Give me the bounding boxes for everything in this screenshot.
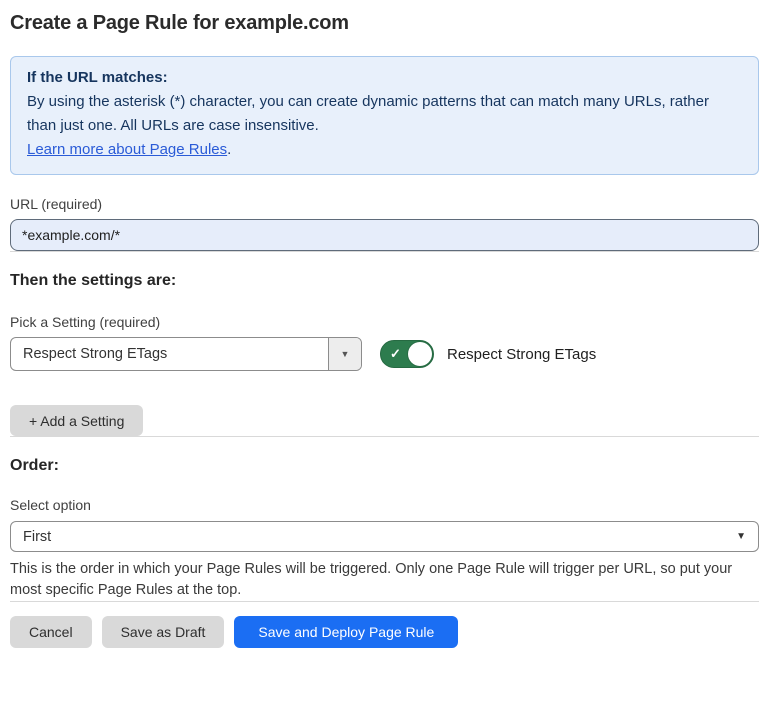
settings-heading: Then the settings are: bbox=[10, 272, 759, 290]
url-input[interactable] bbox=[10, 219, 759, 251]
order-select-label: Select option bbox=[10, 497, 759, 513]
divider bbox=[10, 251, 759, 252]
setting-toggle[interactable]: ✓ bbox=[380, 340, 434, 368]
page-title: Create a Page Rule for example.com bbox=[10, 12, 759, 35]
setting-select-value: Respect Strong ETags bbox=[11, 346, 167, 362]
divider bbox=[10, 436, 759, 437]
order-select-value: First bbox=[23, 529, 51, 545]
add-setting-button[interactable]: + Add a Setting bbox=[10, 405, 143, 436]
order-help-text: This is the order in which your Page Rul… bbox=[10, 559, 758, 601]
info-box-body: By using the asterisk (*) character, you… bbox=[27, 90, 742, 138]
checkmark-icon: ✓ bbox=[390, 347, 401, 360]
cancel-button[interactable]: Cancel bbox=[10, 616, 92, 648]
create-page-rule-form: Create a Page Rule for example.com If th… bbox=[0, 0, 769, 648]
save-draft-button[interactable]: Save as Draft bbox=[102, 616, 225, 648]
info-box-heading: If the URL matches: bbox=[27, 66, 742, 90]
caret-down-icon[interactable]: ▼ bbox=[328, 338, 361, 370]
url-match-info-box: If the URL matches: By using the asteris… bbox=[10, 56, 759, 175]
order-select[interactable]: First ▼ bbox=[10, 521, 759, 552]
toggle-knob bbox=[408, 342, 432, 366]
learn-more-link[interactable]: Learn more about Page Rules bbox=[27, 141, 227, 158]
pick-setting-label: Pick a Setting (required) bbox=[10, 314, 759, 330]
divider bbox=[10, 601, 759, 602]
save-deploy-button[interactable]: Save and Deploy Page Rule bbox=[234, 616, 458, 648]
toggle-label: Respect Strong ETags bbox=[447, 346, 596, 363]
info-box-link-line: Learn more about Page Rules. bbox=[27, 138, 742, 162]
order-heading: Order: bbox=[10, 457, 759, 475]
footer-actions: Cancel Save as Draft Save and Deploy Pag… bbox=[10, 616, 759, 648]
url-label: URL (required) bbox=[10, 196, 759, 212]
setting-select[interactable]: Respect Strong ETags ▼ bbox=[10, 337, 362, 371]
chevron-down-icon: ▼ bbox=[736, 531, 746, 542]
link-period: . bbox=[227, 141, 231, 158]
setting-row: Respect Strong ETags ▼ ✓ Respect Strong … bbox=[10, 337, 759, 371]
